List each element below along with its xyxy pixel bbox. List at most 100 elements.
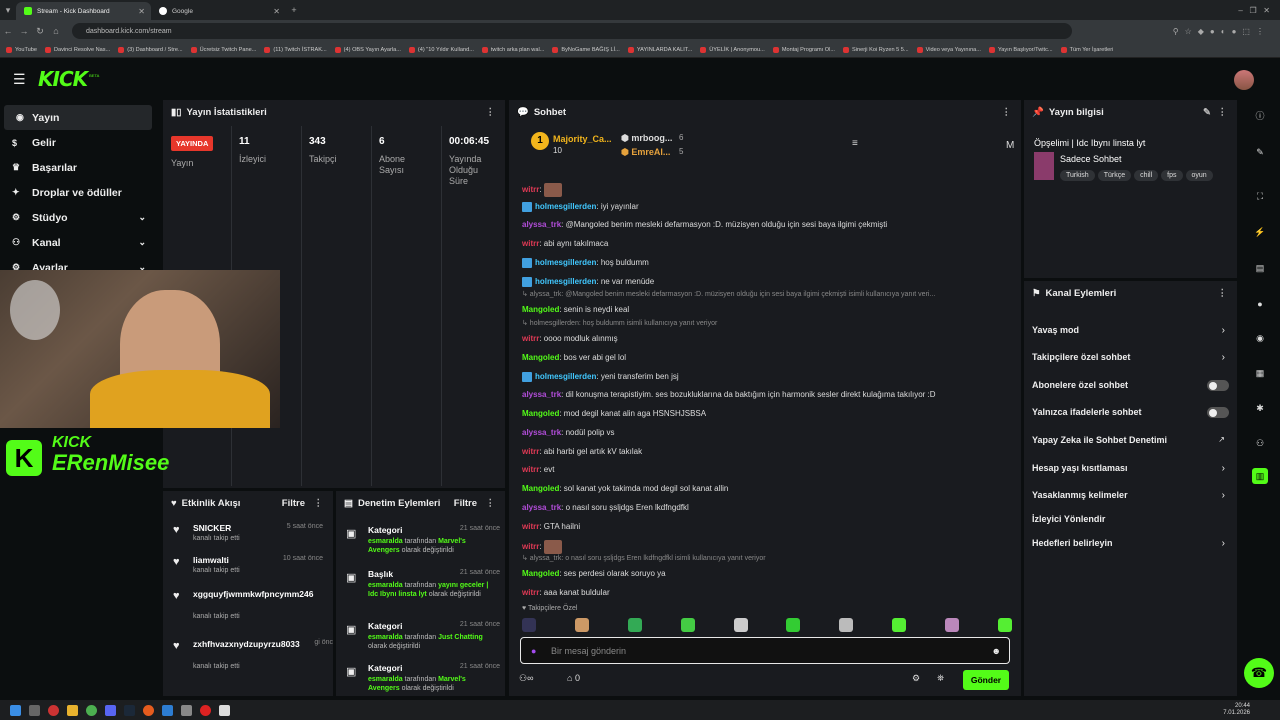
chat-message[interactable]: witrr: oooo modluk alınmış: [522, 334, 618, 343]
chart-icon[interactable]: ▥: [1252, 468, 1268, 484]
sidebar-item-2[interactable]: ♛ Başarılar: [0, 155, 160, 180]
moderation-item[interactable]: ▣ Kategori 21 saat önce esmaralda tarafında…: [346, 525, 501, 565]
stream-tag[interactable]: chill: [1134, 170, 1159, 181]
gift-icon[interactable]: ⛯: [937, 673, 944, 684]
clock[interactable]: 20:44 7.01.2026: [1223, 703, 1250, 717]
activity-item[interactable]: ♥ liamwalti kanalı takip etti 10 saat önce: [173, 555, 328, 581]
new-tab-icon[interactable]: +: [286, 5, 302, 15]
bookmark-item[interactable]: ByNoGame BAĞIŞ Lİ...: [552, 46, 620, 53]
url-input[interactable]: dashboard.kick.com/stream: [72, 23, 1072, 39]
bookmark-item[interactable]: (4) OBS Yayın Ayarla...: [334, 46, 401, 53]
chat-input[interactable]: ● Bir mesaj gönderin ☻: [520, 637, 1010, 664]
app-icon[interactable]: [219, 704, 230, 716]
chat-message[interactable]: holmesgillerden: ne var menüde: [522, 277, 654, 287]
channel-action-item[interactable]: İzleyici Yönlendir: [1024, 514, 1237, 530]
tab-search-icon[interactable]: ▾: [0, 5, 16, 16]
chat-bubble-icon[interactable]: ●: [1252, 296, 1268, 312]
people-icon[interactable]: ⚇: [1252, 435, 1268, 451]
chat-message[interactable]: witrr: aaa kanat buldular: [522, 588, 610, 597]
chat-message[interactable]: alyssa_trk: nodül polip vs: [522, 428, 615, 437]
emote-icon[interactable]: [997, 618, 1012, 632]
folder-icon[interactable]: [67, 704, 78, 716]
taskview-icon[interactable]: [29, 704, 40, 716]
toggle-switch[interactable]: [1207, 380, 1229, 391]
menu-icon[interactable]: ☰: [13, 71, 26, 88]
chat-message[interactable]: alyssa_trk: o nasıl soru şsljdgs Eren lk…: [522, 503, 689, 512]
discord-icon[interactable]: [105, 704, 116, 716]
points-icon[interactable]: ⚇∞: [519, 673, 533, 684]
chrome-icon[interactable]: [86, 704, 97, 716]
chat-username[interactable]: alyssa_trk: [522, 220, 561, 229]
toggle-switch[interactable]: [1207, 407, 1229, 418]
chat-username[interactable]: alyssa_trk: [522, 428, 561, 437]
chat-message[interactable]: Mangoled: ses perdesi olarak soruyo ya: [522, 569, 666, 578]
chat-message[interactable]: witrr: evt: [522, 465, 554, 474]
channel-action-item[interactable]: Yapay Zeka ile Sohbet Denetimi ↗: [1024, 435, 1237, 451]
stream-tag[interactable]: oyun: [1185, 170, 1213, 181]
activity-filter-button[interactable]: Filtre: [282, 498, 305, 509]
windows-start-icon[interactable]: [10, 704, 21, 716]
support-icon[interactable]: ☎: [1244, 658, 1274, 688]
category-thumbnail[interactable]: [1034, 152, 1054, 180]
sidebar-item-1[interactable]: $ Gelir: [0, 130, 160, 155]
chat-message[interactable]: holmesgillerden: hoş buldumm: [522, 258, 649, 268]
chat-username[interactable]: witrr: [522, 588, 539, 597]
chat-message[interactable]: witrr: GTA hailni: [522, 522, 580, 531]
chat-username[interactable]: holmesgillerden: [535, 258, 596, 267]
broadcast-icon[interactable]: ◉: [1252, 330, 1268, 346]
back-icon[interactable]: ←: [0, 26, 16, 36]
activity-item[interactable]: ♥ SNICKER kanalı takip etti 5 saat önce: [173, 523, 328, 549]
bookmark-item[interactable]: (4) "10 Yıldır Kulland...: [408, 46, 474, 53]
chat-username[interactable]: witrr: [522, 239, 539, 248]
pin-icon[interactable]: ≡: [852, 138, 858, 149]
category-name[interactable]: Sadece Sohbet: [1060, 154, 1122, 164]
chat-username[interactable]: Mangoled: [522, 484, 559, 493]
obs-icon[interactable]: [48, 704, 59, 716]
sidebar-item-4[interactable]: ⚙ Stüdyo ⌄: [0, 205, 160, 230]
send-button[interactable]: Gönder: [963, 670, 1009, 690]
chat-username[interactable]: witrr: [522, 185, 539, 194]
list-icon[interactable]: ▦: [1252, 365, 1268, 381]
store-icon[interactable]: ⌂: [567, 673, 575, 683]
pencil-icon[interactable]: ✎: [1252, 144, 1268, 160]
chat-username[interactable]: witrr: [522, 542, 539, 551]
expand-icon[interactable]: ⛶: [1252, 188, 1268, 204]
chat-username[interactable]: holmesgillerden: [535, 202, 596, 211]
chat-message[interactable]: witrr: abi harbi gel artık kV takılak: [522, 447, 642, 456]
chat-username[interactable]: Mangoled: [522, 409, 559, 418]
channel-action-item[interactable]: Yasaklanmış kelimeler ›: [1024, 490, 1237, 506]
home-icon[interactable]: ⌂: [48, 26, 64, 36]
window-controls[interactable]: – ❐ ✕: [1238, 6, 1270, 15]
stream-tag[interactable]: Türkçe: [1097, 170, 1132, 181]
channel-action-item[interactable]: Hedefleri belirleyin ›: [1024, 538, 1237, 554]
stats-menu-icon[interactable]: ⋮: [486, 107, 496, 118]
bookmark-item[interactable]: YAYINLARDA KALIT...: [627, 46, 692, 53]
close-icon[interactable]: ✕: [138, 7, 145, 16]
chat-username[interactable]: holmesgillerden: [535, 372, 596, 381]
channel-action-item[interactable]: Yalnızca ifadelerle sohbet: [1024, 407, 1237, 423]
chat-message[interactable]: alyssa_trk: @Mangoled benim mesleki defa…: [522, 220, 887, 229]
browser-extensions[interactable]: ⚲☆◆●◐●⬚⋮: [1173, 27, 1270, 36]
emote-icon[interactable]: [839, 618, 854, 632]
bookmark-item[interactable]: Montaj Programı Ol...: [772, 46, 835, 53]
chat-message[interactable]: Mangoled: mod degil kanat alin aga HSNSH…: [522, 409, 706, 418]
emote-icon[interactable]: [945, 618, 959, 632]
stream-tag[interactable]: fps: [1161, 170, 1183, 181]
emote-icon[interactable]: [892, 618, 907, 632]
chat-message[interactable]: Mangoled: senin is neydi keal: [522, 305, 629, 314]
chat-username[interactable]: holmesgillerden: [535, 277, 596, 286]
tab-google[interactable]: Google ✕: [151, 2, 286, 20]
chat-message[interactable]: Mangoled: sol kanat yok takimda mod degi…: [522, 484, 728, 493]
chat-username[interactable]: witrr: [522, 334, 539, 343]
moderation-item[interactable]: ▣ Kategori 21 saat önce esmaralda tarafında…: [346, 621, 501, 661]
chat-username[interactable]: alyssa_trk: [522, 390, 561, 399]
bookmark-item[interactable]: Video veya Yayınına...: [916, 46, 981, 53]
chat-message[interactable]: witrr: abi aynı takılmaca: [522, 239, 608, 248]
mod-filter-button[interactable]: Filtre: [454, 498, 477, 509]
bolt-icon[interactable]: ⚡: [1252, 224, 1268, 240]
stream-tag[interactable]: Turkish: [1060, 170, 1095, 181]
chat-message[interactable]: holmesgillerden: yeni transferim ben jsj: [522, 372, 679, 382]
chat-menu-icon[interactable]: ⋮: [1002, 107, 1012, 118]
chat-message[interactable]: alyssa_trk: dil konuşma terapistiyim. se…: [522, 390, 936, 399]
moderation-item[interactable]: ▣ Başlık 21 saat önce esmaralda tarafından …: [346, 569, 501, 609]
